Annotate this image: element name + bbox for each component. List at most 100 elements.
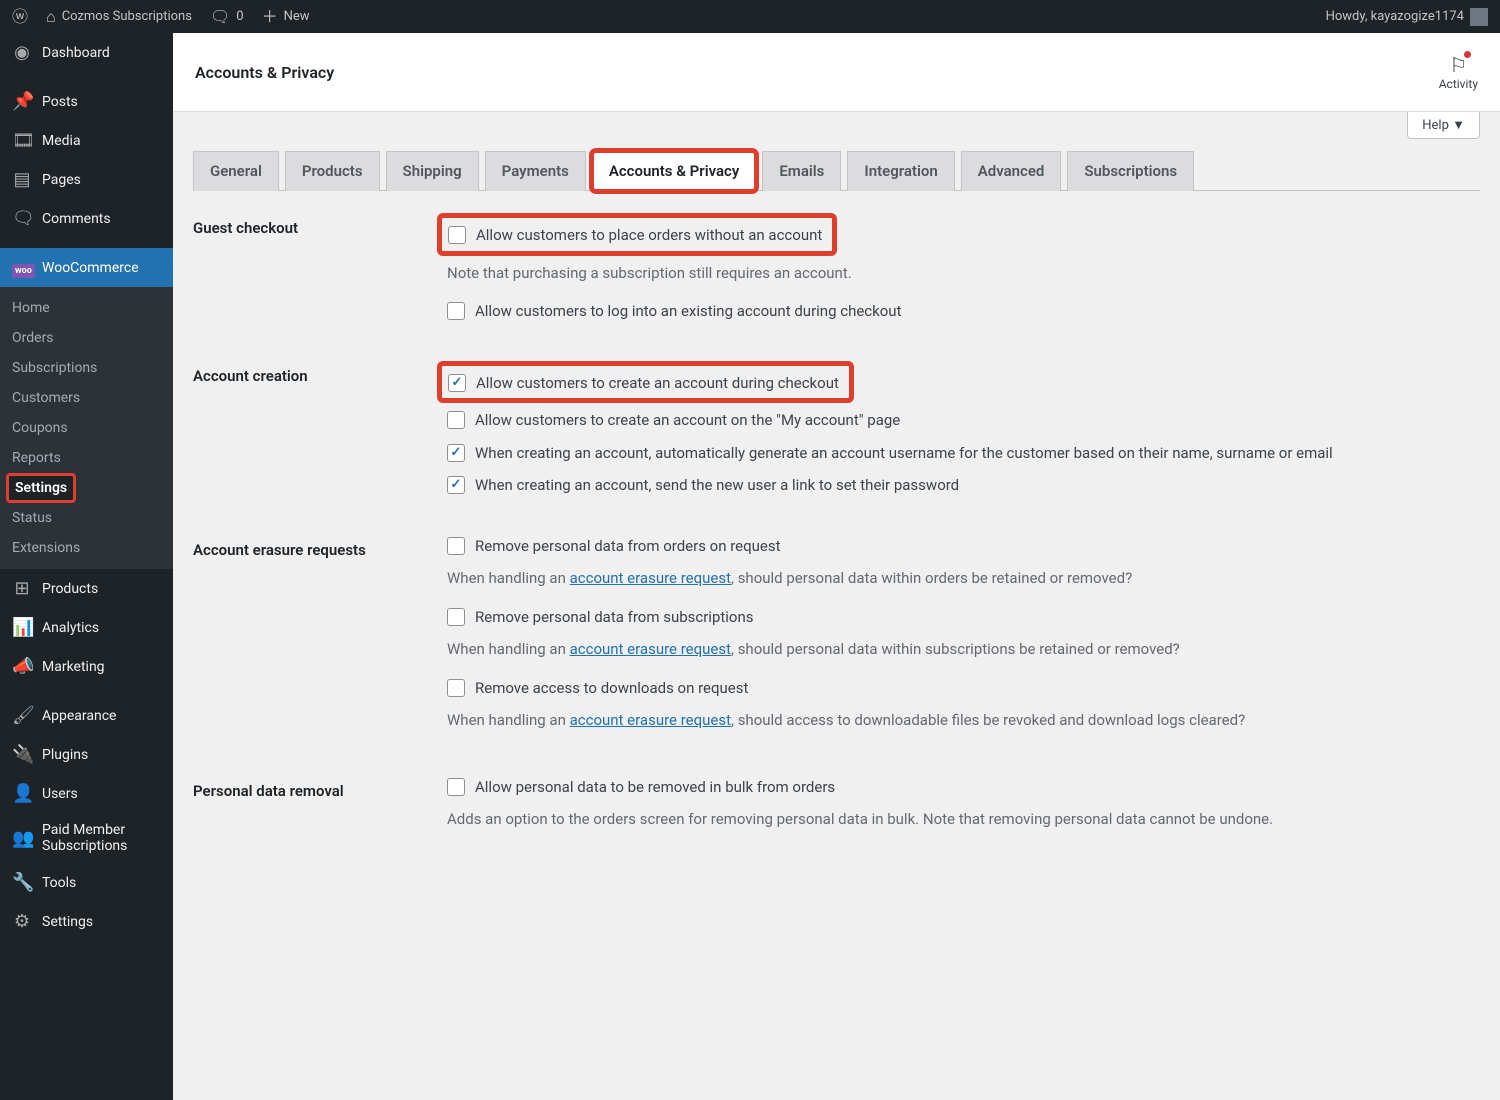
highlight-create-checkout: ✓ Allow customers to create an account d… (437, 361, 854, 404)
checkbox-create-checkout[interactable]: ✓ (448, 374, 466, 392)
sidebar-pages[interactable]: ▤Pages (0, 160, 173, 199)
tab-subscriptions[interactable]: Subscriptions (1067, 151, 1194, 191)
plus-icon: ＋ (262, 9, 278, 25)
tab-advanced[interactable]: Advanced (961, 151, 1062, 191)
checkbox-erase-downloads[interactable] (447, 679, 465, 697)
submenu-home[interactable]: Home (0, 293, 173, 323)
page-title: Accounts & Privacy (195, 63, 334, 82)
activity-label: Activity (1439, 77, 1478, 91)
pin-icon: 📌 (12, 91, 32, 112)
marketing-icon: 📣 (12, 656, 32, 677)
new-text: New (284, 9, 310, 24)
avatar-icon (1470, 8, 1488, 26)
create-checkout-text: Allow customers to create an account dur… (476, 372, 839, 395)
submenu-customers[interactable]: Customers (0, 383, 173, 413)
site-name-link[interactable]: ⌂Cozmos Subscriptions (46, 9, 192, 25)
submenu-settings[interactable]: Settings (6, 473, 76, 503)
paid-member-icon: 👥 (12, 828, 32, 849)
tab-shipping[interactable]: Shipping (386, 151, 479, 191)
submenu-extensions[interactable]: Extensions (0, 533, 173, 563)
erase-orders-text: Remove personal data from orders on requ… (475, 535, 781, 558)
checkbox-erase-orders[interactable] (447, 537, 465, 555)
comments-count: 0 (236, 9, 243, 24)
howdy-link[interactable]: Howdy, kayazogize1174 (1326, 8, 1488, 26)
checkbox-erase-subscriptions[interactable] (447, 608, 465, 626)
submenu-subscriptions[interactable]: Subscriptions (0, 353, 173, 383)
erase-downloads-text: Remove access to downloads on request (475, 677, 748, 700)
erase-orders-note: When handling an account erasure request… (447, 567, 1480, 590)
sidebar-plugins[interactable]: 🔌Plugins (0, 735, 173, 774)
removal-label: Personal data removal (193, 776, 447, 800)
tab-accounts-privacy[interactable]: Accounts & Privacy (592, 151, 757, 191)
new-link[interactable]: ＋ New (262, 9, 310, 25)
bulk-remove-note: Adds an option to the orders screen for … (447, 808, 1480, 831)
wp-logo[interactable]: ⓦ (12, 9, 28, 25)
sidebar-appearance[interactable]: 🖌Appearance (0, 696, 173, 735)
page-header: Accounts & Privacy ⚐ Activity (173, 33, 1500, 112)
guest-login-text: Allow customers to log into an existing … (475, 300, 901, 323)
erasure-link-3[interactable]: account erasure request (570, 711, 731, 729)
checkbox-password-link[interactable]: ✓ (447, 476, 465, 494)
create-myaccount-text: Allow customers to create an account on … (475, 409, 900, 432)
section-guest-checkout: Guest checkout Allow customers to place … (193, 213, 1480, 333)
highlight-guest-orders: Allow customers to place orders without … (437, 213, 837, 256)
erasure-link-2[interactable]: account erasure request (570, 640, 731, 658)
analytics-icon: 📊 (12, 617, 32, 638)
submenu-reports[interactable]: Reports (0, 443, 173, 473)
howdy-text: Howdy, kayazogize1174 (1326, 9, 1464, 24)
sidebar-comments[interactable]: 🗨Comments (0, 199, 173, 238)
submenu-coupons[interactable]: Coupons (0, 413, 173, 443)
plugins-icon: 🔌 (12, 744, 32, 765)
tab-payments[interactable]: Payments (485, 151, 586, 191)
help-tab[interactable]: Help ▼ (1407, 112, 1480, 139)
section-removal: Personal data removal Allow personal dat… (193, 776, 1480, 847)
submenu-status[interactable]: Status (0, 503, 173, 533)
checkbox-guest-login[interactable] (447, 302, 465, 320)
appearance-icon: 🖌 (12, 705, 32, 726)
sidebar-tools[interactable]: 🔧Tools (0, 863, 173, 902)
tab-products[interactable]: Products (285, 151, 380, 191)
checkbox-create-myaccount[interactable] (447, 411, 465, 429)
tab-emails[interactable]: Emails (762, 151, 841, 191)
sidebar-marketing[interactable]: 📣Marketing (0, 647, 173, 686)
section-erasure: Account erasure requests Remove personal… (193, 535, 1480, 748)
sidebar-settings[interactable]: ⚙Settings (0, 902, 173, 941)
sidebar-dashboard[interactable]: ◉Dashboard (0, 33, 173, 72)
notification-dot (1464, 51, 1471, 58)
products-icon: ⊞ (12, 578, 32, 599)
checkbox-bulk-remove[interactable] (447, 778, 465, 796)
sidebar-woocommerce[interactable]: wooWooCommerce (0, 248, 173, 287)
account-creation-label: Account creation (193, 361, 447, 385)
checkbox-guest-orders[interactable] (448, 226, 466, 244)
activity-panel[interactable]: ⚐ Activity (1439, 53, 1478, 91)
media-icon: 🎞 (12, 130, 32, 151)
erasure-label: Account erasure requests (193, 535, 447, 559)
erase-downloads-note: When handling an account erasure request… (447, 709, 1480, 732)
dashboard-icon: ◉ (12, 42, 32, 63)
activity-icon: ⚐ (1449, 53, 1467, 77)
sidebar-products[interactable]: ⊞Products (0, 569, 173, 608)
home-icon: ⌂ (46, 9, 56, 25)
comments-icon: 🗨 (12, 208, 32, 229)
guest-orders-note: Note that purchasing a subscription stil… (447, 262, 1480, 285)
guest-orders-text: Allow customers to place orders without … (476, 224, 822, 247)
erase-subs-text: Remove personal data from subscriptions (475, 606, 754, 629)
erase-subs-note: When handling an account erasure request… (447, 638, 1480, 661)
sidebar-analytics[interactable]: 📊Analytics (0, 608, 173, 647)
password-link-text: When creating an account, send the new u… (475, 474, 959, 497)
woocommerce-submenu: Home Orders Subscriptions Customers Coup… (0, 287, 173, 569)
settings-icon: ⚙ (12, 911, 32, 932)
tab-integration[interactable]: Integration (847, 151, 954, 191)
erasure-link-1[interactable]: account erasure request (570, 569, 731, 587)
sidebar-users[interactable]: 👤Users (0, 774, 173, 813)
section-account-creation: Account creation ✓ Allow customers to cr… (193, 361, 1480, 507)
submenu-orders[interactable]: Orders (0, 323, 173, 353)
sidebar-posts[interactable]: 📌Posts (0, 82, 173, 121)
comment-icon: 🗨 (210, 9, 230, 25)
sidebar-media[interactable]: 🎞Media (0, 121, 173, 160)
tab-general[interactable]: General (193, 151, 279, 191)
sidebar-paid-member[interactable]: 👥Paid Member Subscriptions (0, 813, 173, 863)
checkbox-auto-username[interactable]: ✓ (447, 444, 465, 462)
comments-link[interactable]: 🗨0 (210, 9, 244, 25)
admin-bar: ⓦ ⌂Cozmos Subscriptions 🗨0 ＋New Howdy, k… (0, 0, 1500, 33)
